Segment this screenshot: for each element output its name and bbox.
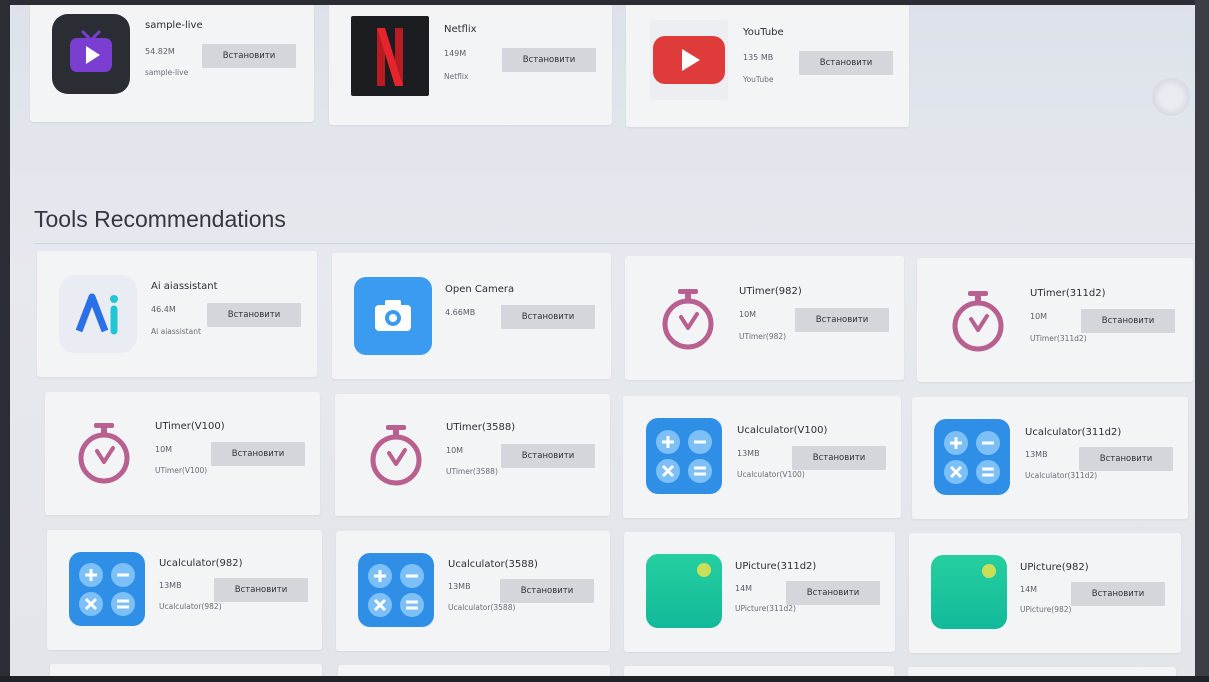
app-name: sample-live <box>145 20 203 31</box>
app-card-ucalculator-982[interactable]: Ucalculator(982) 13MB Ucalculator(982) В… <box>47 530 322 650</box>
install-button[interactable]: Встановити <box>792 446 886 470</box>
app-name: Open Camera <box>445 284 515 295</box>
install-button[interactable]: Встановити <box>799 51 893 75</box>
app-size: 13MB <box>737 449 760 458</box>
app-size: 10M <box>1030 312 1048 321</box>
app-name: UPicture(982) <box>1020 562 1089 573</box>
app-name: UTimer(982) <box>739 286 802 297</box>
netflix-n-icon <box>351 16 429 96</box>
app-card-ucalculator-v100[interactable]: Ucalculator(V100) 13MB Ucalculator(V100)… <box>623 396 901 518</box>
timer-icon <box>361 422 431 492</box>
app-publisher: Ucalculator(3588) <box>448 603 516 612</box>
screen-bezel <box>0 0 1209 5</box>
picture-icon <box>646 554 722 628</box>
youtube-play-icon <box>650 20 728 100</box>
app-name: Netflix <box>444 24 477 35</box>
app-card-utimer-v100[interactable]: UTimer(V100) 10M UTimer(V100) Встановити <box>45 392 320 515</box>
install-button[interactable]: Встановити <box>1071 582 1165 606</box>
app-size: 46.4M <box>151 305 176 314</box>
calculator-icon <box>358 553 434 627</box>
install-button[interactable]: Встановити <box>501 444 595 468</box>
app-card-utimer-311d2[interactable]: UTimer(311d2) 10M UTimer(311d2) Встанови… <box>917 258 1193 382</box>
app-size: 10M <box>739 310 757 319</box>
app-size: 4.66MB <box>445 308 476 317</box>
app-size: 13MB <box>1025 450 1048 459</box>
app-publisher: Ucalculator(982) <box>159 602 222 611</box>
app-card-upicture-982[interactable]: UPicture(982) 14M UPicture(982) Встанови… <box>909 533 1181 653</box>
app-size: 14M <box>1020 585 1038 594</box>
install-button[interactable]: Встановити <box>211 442 305 466</box>
section-divider <box>34 243 1194 244</box>
app-publisher: sample-live <box>145 68 189 77</box>
app-card-netflix[interactable]: Netflix 149M Netflix Встановити <box>329 4 612 125</box>
app-name: Ucalculator(V100) <box>737 425 828 436</box>
app-size: 10M <box>155 445 173 454</box>
app-publisher: Ucalculator(311d2) <box>1025 471 1098 480</box>
app-name: UTimer(311d2) <box>1030 288 1106 299</box>
app-publisher: YouTube <box>743 75 774 84</box>
app-card-utimer-982[interactable]: UTimer(982) 10M UTimer(982) Встановити <box>625 256 904 380</box>
app-size: 149M <box>444 49 467 58</box>
app-name: Ucalculator(3588) <box>448 559 538 570</box>
app-publisher: UPicture(311d2) <box>735 604 796 613</box>
app-publisher: Ucalculator(V100) <box>737 470 805 479</box>
app-card-upicture-311d2[interactable]: UPicture(311d2) 14M UPicture(311d2) Вста… <box>624 532 895 652</box>
install-button[interactable]: Встановити <box>500 579 594 603</box>
app-publisher: UTimer(982) <box>739 332 787 341</box>
picture-icon <box>931 555 1007 629</box>
app-name: Ucalculator(311d2) <box>1025 427 1122 438</box>
app-card-ucalculator-311d2[interactable]: Ucalculator(311d2) 13MB Ucalculator(311d… <box>912 397 1188 519</box>
install-button[interactable]: Встановити <box>786 581 880 605</box>
app-size: 135 MB <box>743 53 774 62</box>
app-name: UTimer(3588) <box>446 422 516 433</box>
app-publisher: Netflix <box>444 72 469 81</box>
section-title: Tools Recommendations <box>34 206 286 232</box>
app-card-ucalculator-3588[interactable]: Ucalculator(3588) 13MB Ucalculator(3588)… <box>336 531 610 651</box>
timer-icon <box>943 288 1013 358</box>
app-card-utimer-3588[interactable]: UTimer(3588) 10M UTimer(3588) Встановити <box>335 394 610 516</box>
app-size: 13MB <box>448 582 471 591</box>
app-name: UPicture(311d2) <box>735 561 817 572</box>
install-button[interactable]: Встановити <box>501 305 595 329</box>
app-name: Ucalculator(982) <box>159 558 243 569</box>
app-publisher: UTimer(3588) <box>446 467 498 476</box>
ai-assistant-icon <box>59 275 137 353</box>
calculator-icon <box>934 419 1010 495</box>
install-button[interactable]: Встановити <box>1081 309 1175 333</box>
app-card-ai-aiassistant[interactable]: Ai aiassistant 46.4M Ai aiassistant Вста… <box>37 251 317 377</box>
app-publisher: UTimer(V100) <box>155 466 208 475</box>
focus-indicator <box>1152 78 1190 116</box>
screen-bezel <box>0 676 1209 682</box>
tv-play-icon <box>52 14 130 94</box>
app-size: 54.82M <box>145 47 175 56</box>
app-publisher: Ai aiassistant <box>151 327 201 336</box>
screen: sample-live 54.82M sample-live Встановит… <box>0 0 1209 682</box>
install-button[interactable]: Встановити <box>1079 447 1173 471</box>
app-card-open-camera[interactable]: Open Camera 4.66MB Встановити <box>332 253 611 379</box>
app-size: 14M <box>735 584 753 593</box>
app-publisher: UPicture(982) <box>1020 605 1072 614</box>
calculator-icon <box>69 552 145 626</box>
app-publisher: UTimer(311d2) <box>1030 334 1087 343</box>
camera-icon <box>354 277 432 355</box>
app-name: YouTube <box>743 27 784 38</box>
install-button[interactable]: Встановити <box>207 303 301 327</box>
app-name: Ai aiassistant <box>151 281 218 292</box>
app-name: UTimer(V100) <box>155 421 225 432</box>
screen-bezel <box>0 0 10 682</box>
timer-icon <box>653 286 723 356</box>
timer-icon <box>69 420 139 490</box>
app-size: 13MB <box>159 581 182 590</box>
app-card-sample-live[interactable]: sample-live 54.82M sample-live Встановит… <box>30 4 314 122</box>
app-card-youtube[interactable]: YouTube 135 MB YouTube Встановити <box>626 4 909 127</box>
install-button[interactable]: Встановити <box>502 48 596 72</box>
install-button[interactable]: Встановити <box>202 44 296 68</box>
app-size: 10M <box>446 446 464 455</box>
calculator-icon <box>646 418 722 494</box>
install-button[interactable]: Встановити <box>795 308 889 332</box>
install-button[interactable]: Встановити <box>214 578 308 602</box>
screen-bezel <box>1195 0 1209 682</box>
